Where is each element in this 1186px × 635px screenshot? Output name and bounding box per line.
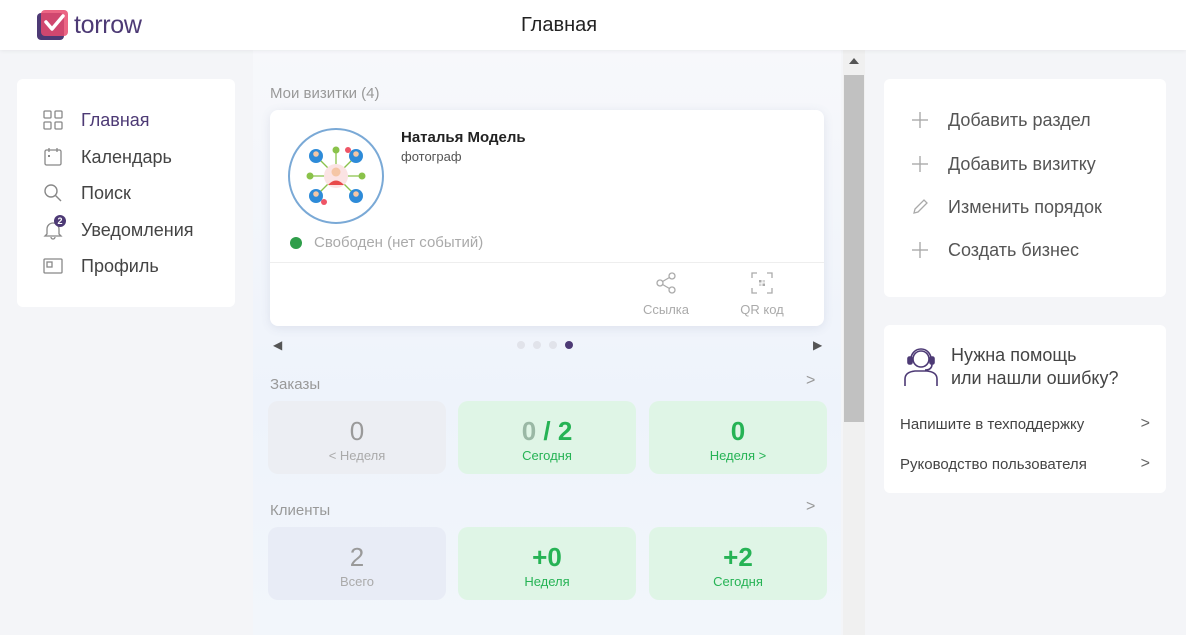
share-link-button[interactable]: Ссылка <box>631 270 701 317</box>
availability-status: Свободен (нет событий) <box>290 234 483 251</box>
business-card[interactable]: Наталья Модель фотограф Свободен (нет со… <box>270 110 824 326</box>
pager-dot[interactable] <box>517 341 525 349</box>
tile-value: 0 <box>730 416 746 446</box>
orders-next-week-tile[interactable]: 0 Неделя > <box>649 401 827 474</box>
tile-value: 2 <box>349 542 365 572</box>
orders-today-tile[interactable]: 0 / 2 Сегодня <box>458 401 636 474</box>
user-guide-link[interactable]: Руководство пользователя > <box>900 455 1150 473</box>
sidebar-item-calendar[interactable]: Календарь <box>43 144 172 170</box>
clients-week-tile[interactable]: +0 Неделя <box>458 527 636 600</box>
scroll-up-arrow-icon[interactable] <box>843 50 865 72</box>
tile-caption: Сегодня <box>713 574 763 589</box>
plus-icon <box>910 154 930 174</box>
plus-icon <box>910 110 930 130</box>
chevron-right-icon: > <box>1140 415 1150 432</box>
sidebar-item-label: Уведомления <box>81 219 194 240</box>
card-role: фотограф <box>401 149 462 164</box>
sidebar-item-profile[interactable]: Профиль <box>43 253 159 279</box>
scrollbar[interactable] <box>843 50 865 635</box>
pager-dot[interactable] <box>549 341 557 349</box>
tile-caption: Сегодня <box>522 448 572 463</box>
bell-icon: 2 <box>43 215 66 240</box>
plus-icon <box>910 240 930 260</box>
quick-actions: Добавить раздел Добавить визитку Изменит… <box>884 79 1166 297</box>
pager-dot-active[interactable] <box>565 341 573 349</box>
scroll-thumb[interactable] <box>844 75 864 422</box>
add-card-button[interactable]: Добавить визитку <box>910 151 1096 177</box>
tile-caption: Неделя > <box>709 448 767 463</box>
page-title: Главная <box>520 14 598 36</box>
orders-chevron-right-icon[interactable]: > <box>806 372 815 390</box>
carousel-next-icon[interactable]: ▶ <box>813 338 822 352</box>
share-link-label: Ссылка <box>642 302 690 317</box>
main-content: Мои визитки (4) Наталья Модель фотограф … <box>253 50 841 635</box>
cards-section-label: Мои визитки (4) <box>270 85 380 102</box>
share-icon <box>631 270 701 296</box>
tile-caption: Неделя <box>524 574 570 589</box>
chevron-right-icon: > <box>1140 455 1150 472</box>
sidebar-item-home[interactable]: Главная <box>43 107 150 133</box>
carousel-pager <box>517 341 573 349</box>
support-link[interactable]: Напишите в техподдержку > <box>900 415 1150 433</box>
add-section-button[interactable]: Добавить раздел <box>910 107 1091 133</box>
support-agent-icon <box>901 343 941 392</box>
sidebar-item-label: Главная <box>81 109 150 130</box>
sidebar-item-label: Календарь <box>81 146 172 167</box>
pencil-icon <box>910 197 930 217</box>
notification-badge: 2 <box>54 215 66 227</box>
sidebar-item-search[interactable]: Поиск <box>43 180 131 206</box>
sidebar-item-label: Поиск <box>81 182 131 203</box>
grid-icon <box>43 110 63 130</box>
clients-today-tile[interactable]: +2 Сегодня <box>649 527 827 600</box>
sidebar-item-notifications[interactable]: 2 Уведомления <box>43 215 194 243</box>
orders-prev-week-tile[interactable]: 0 < Неделя <box>268 401 446 474</box>
sidebar: Главная Календарь Поиск 2 Уведомления Пр… <box>17 79 235 307</box>
change-order-button[interactable]: Изменить порядок <box>910 194 1102 220</box>
search-icon <box>43 183 63 203</box>
calendar-icon <box>43 147 63 167</box>
help-card: Нужна помощь или нашли ошибку? Напишите … <box>884 325 1166 493</box>
action-label: Создать бизнес <box>948 239 1079 260</box>
qr-code-button[interactable]: QR код <box>727 270 797 317</box>
qr-code-icon <box>727 270 797 296</box>
orders-section-label: Заказы <box>270 376 321 393</box>
help-title: Нужна помощь или нашли ошибку? <box>951 345 1119 388</box>
divider <box>270 262 824 263</box>
status-dot <box>290 236 302 249</box>
tile-caption: < Неделя <box>328 448 386 463</box>
clients-total-tile[interactable]: 2 Всего <box>268 527 446 600</box>
sidebar-item-label: Профиль <box>81 255 159 276</box>
avatar <box>288 128 384 224</box>
tile-value: +0 <box>532 542 562 572</box>
action-label: Изменить порядок <box>948 196 1102 217</box>
carousel-prev-icon[interactable]: ◀ <box>273 338 282 352</box>
create-business-button[interactable]: Создать бизнес <box>910 237 1079 263</box>
action-label: Добавить раздел <box>948 109 1091 130</box>
tile-value: 0 / 2 <box>521 416 573 446</box>
tile-value: +2 <box>723 542 753 572</box>
pager-dot[interactable] <box>533 341 541 349</box>
clients-section-label: Клиенты <box>270 502 331 519</box>
action-label: Добавить визитку <box>948 153 1096 174</box>
tile-caption: Всего <box>339 574 375 589</box>
profile-card-icon <box>43 256 63 276</box>
qr-code-label: QR код <box>740 302 784 317</box>
status-text: Свободен (нет событий) <box>314 234 484 251</box>
app-header: torrow Главная <box>0 0 1186 50</box>
card-name: Наталья Модель <box>401 129 526 146</box>
tile-value: 0 <box>349 416 365 446</box>
clients-chevron-right-icon[interactable]: > <box>806 498 815 516</box>
